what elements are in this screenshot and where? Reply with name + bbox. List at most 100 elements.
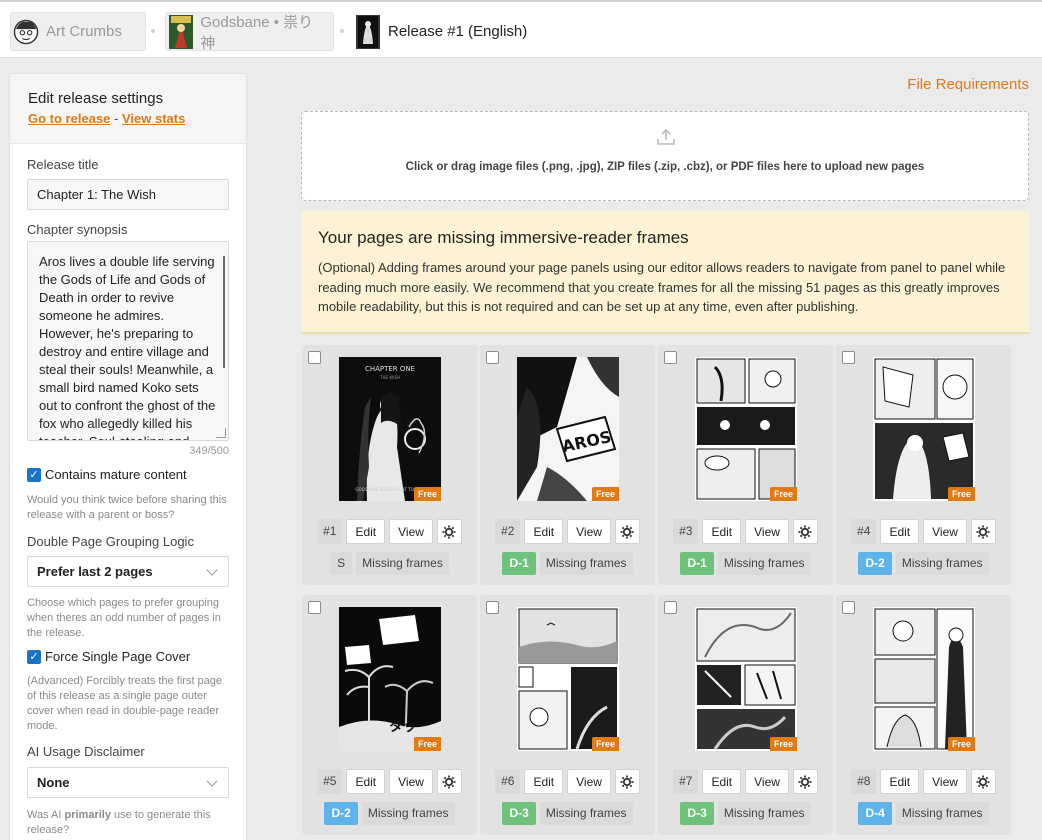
- breadcrumb-separator: [151, 29, 155, 33]
- gear-icon[interactable]: [614, 519, 640, 544]
- page-group-tag: S: [330, 552, 353, 575]
- page-card: AROS Free #2 Edit View D-1 Missing frame…: [480, 345, 655, 585]
- missing-frames-badge[interactable]: Missing frames: [361, 802, 455, 825]
- page-actions: #1 Edit View: [302, 519, 477, 544]
- grouping-logic-select[interactable]: Prefer last 2 pages: [27, 556, 229, 587]
- edit-button[interactable]: Edit: [702, 769, 742, 794]
- page-thumbnail[interactable]: Free: [873, 607, 975, 751]
- edit-button[interactable]: Edit: [702, 519, 742, 544]
- missing-frames-badge[interactable]: Missing frames: [717, 552, 811, 575]
- view-button[interactable]: View: [389, 769, 433, 794]
- mature-content-help: Would you think twice before sharing thi…: [27, 494, 227, 521]
- view-button[interactable]: View: [745, 769, 789, 794]
- view-button[interactable]: View: [567, 769, 611, 794]
- link-separator: -: [114, 111, 119, 126]
- page-group-tag: D-1: [502, 552, 536, 575]
- release-cover-thumbnail: [355, 14, 381, 49]
- gear-icon[interactable]: [614, 769, 640, 794]
- ai-disclaimer-label: AI Usage Disclaimer: [27, 744, 145, 759]
- page-select-checkbox[interactable]: [308, 601, 321, 614]
- page-select-checkbox[interactable]: [842, 601, 855, 614]
- breadcrumb: Art Crumbs Godsbane • 祟り神 Release #1 (En…: [0, 0, 1042, 58]
- missing-frames-badge[interactable]: Missing frames: [895, 802, 989, 825]
- page-card: Free #3 Edit View D-1 Missing frames: [658, 345, 833, 585]
- gear-icon[interactable]: [970, 769, 996, 794]
- page-actions: #2 Edit View: [480, 519, 655, 544]
- view-button[interactable]: View: [923, 519, 967, 544]
- gear-icon[interactable]: [436, 769, 462, 794]
- go-to-release-link[interactable]: Go to release: [28, 111, 110, 126]
- page-card: Free #6 Edit View D-3 Missing frames: [480, 595, 655, 835]
- page-thumbnail[interactable]: AROS Free: [517, 357, 619, 501]
- gear-icon[interactable]: [970, 519, 996, 544]
- page-actions: #7 Edit View: [658, 769, 833, 794]
- page-select-checkbox[interactable]: [664, 351, 677, 364]
- chevron-down-icon: [206, 564, 218, 576]
- edit-button[interactable]: Edit: [346, 519, 386, 544]
- page-thumbnail[interactable]: Free: [695, 607, 797, 751]
- free-badge: Free: [413, 487, 441, 501]
- dropzone-instructions: Click or drag image files (.png, .jpg), …: [405, 161, 925, 173]
- free-badge: Free: [769, 737, 797, 751]
- page-actions: #6 Edit View: [480, 769, 655, 794]
- gear-icon[interactable]: [792, 519, 818, 544]
- ai-disclaimer-help: Was AI primarily use to generate this re…: [27, 809, 211, 836]
- view-button[interactable]: View: [567, 519, 611, 544]
- chevron-down-icon: [206, 775, 218, 787]
- breadcrumb-art-crumbs[interactable]: Art Crumbs: [10, 12, 146, 51]
- page-thumbnail[interactable]: Free: [695, 357, 797, 501]
- page-tags: D-3 Missing frames: [658, 802, 833, 825]
- edit-button[interactable]: Edit: [524, 769, 564, 794]
- force-single-cover-checkbox[interactable]: ✓ Force Single Page Cover: [27, 649, 190, 664]
- breadcrumb-separator: [340, 29, 344, 33]
- missing-frames-notice: Your pages are missing immersive-reader …: [301, 211, 1029, 334]
- breadcrumb-godsbane[interactable]: Godsbane • 祟り神: [165, 12, 334, 52]
- svg-text:CHAPTER ONE: CHAPTER ONE: [365, 365, 415, 373]
- page-select-checkbox[interactable]: [308, 351, 321, 364]
- gear-icon[interactable]: [792, 769, 818, 794]
- page-thumbnail[interactable]: CHAPTER ONE THE WISH GODSBANE READS RIGHT …: [339, 357, 441, 501]
- missing-frames-badge[interactable]: Missing frames: [539, 552, 633, 575]
- release-settings-sidebar: Edit release settings Go to release - Vi…: [10, 74, 246, 840]
- page-thumbnail[interactable]: Free: [517, 607, 619, 751]
- page-select-checkbox[interactable]: [486, 601, 499, 614]
- textarea-scrollbar[interactable]: [223, 256, 225, 368]
- page-group-tag: D-3: [502, 802, 536, 825]
- missing-frames-badge[interactable]: Missing frames: [895, 552, 989, 575]
- edit-button[interactable]: Edit: [346, 769, 386, 794]
- file-requirements-link[interactable]: File Requirements: [907, 76, 1029, 93]
- breadcrumb-release[interactable]: Release #1 (English): [353, 12, 535, 51]
- missing-frames-badge[interactable]: Missing frames: [717, 802, 811, 825]
- breadcrumb-label: Release #1 (English): [388, 23, 528, 40]
- edit-button[interactable]: Edit: [880, 519, 920, 544]
- breadcrumb-label: Godsbane • 祟り神: [200, 13, 314, 52]
- upload-dropzone[interactable]: Click or drag image files (.png, .jpg), …: [301, 111, 1029, 201]
- page-thumbnail[interactable]: Free: [873, 357, 975, 501]
- resize-handle-icon[interactable]: [216, 428, 226, 438]
- gear-icon[interactable]: [436, 519, 462, 544]
- page-select-checkbox[interactable]: [486, 351, 499, 364]
- view-button[interactable]: View: [745, 519, 789, 544]
- page-select-checkbox[interactable]: [664, 601, 677, 614]
- view-stats-link[interactable]: View stats: [122, 111, 185, 126]
- force-single-cover-label: Force Single Page Cover: [45, 649, 191, 664]
- page-tags: D-2 Missing frames: [836, 552, 1011, 575]
- edit-button[interactable]: Edit: [524, 519, 564, 544]
- release-title-input[interactable]: Chapter 1: The Wish: [27, 179, 229, 210]
- missing-frames-badge[interactable]: Missing frames: [539, 802, 633, 825]
- view-button[interactable]: View: [389, 519, 433, 544]
- edit-button[interactable]: Edit: [880, 769, 920, 794]
- page-thumbnail[interactable]: タッ Free: [339, 607, 441, 751]
- chapter-synopsis-textarea[interactable]: Aros lives a double life serving the God…: [27, 241, 229, 441]
- page-number: #4: [851, 519, 877, 544]
- view-button[interactable]: View: [923, 769, 967, 794]
- page-select-checkbox[interactable]: [842, 351, 855, 364]
- ai-disclaimer-select[interactable]: None: [27, 767, 229, 798]
- checkmark-icon: ✓: [27, 649, 41, 664]
- notice-title: Your pages are missing immersive-reader …: [318, 228, 689, 247]
- page-group-tag: D-3: [680, 802, 714, 825]
- series-cover-thumbnail: [168, 14, 193, 49]
- page-number: #5: [317, 769, 343, 794]
- missing-frames-badge[interactable]: Missing frames: [356, 552, 449, 575]
- mature-content-checkbox[interactable]: ✓ Contains mature content: [27, 467, 187, 482]
